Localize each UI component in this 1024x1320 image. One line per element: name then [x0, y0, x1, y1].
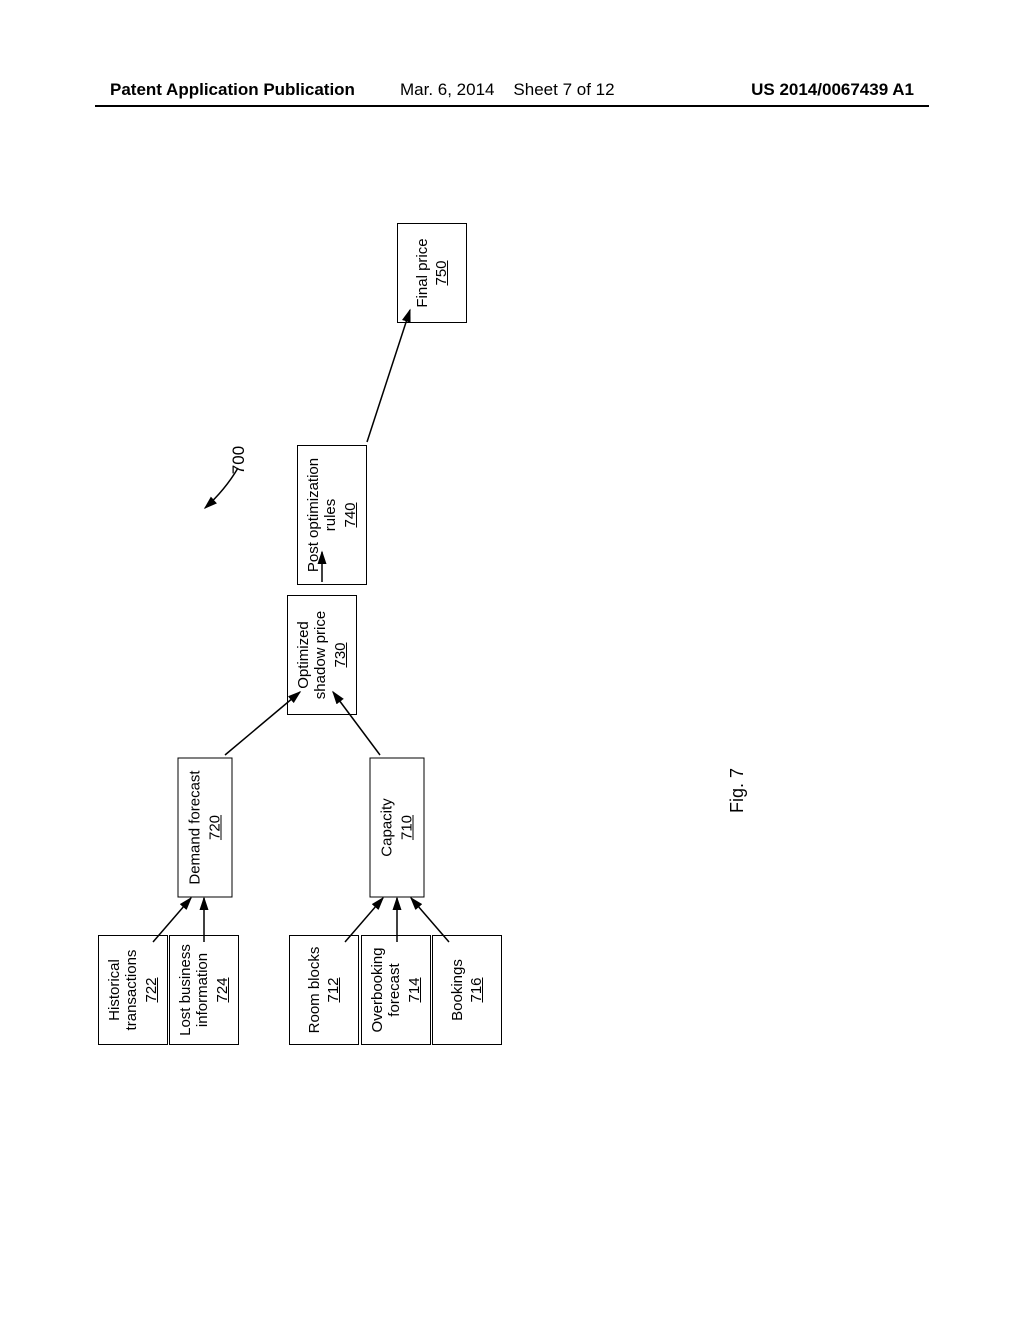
box-ref: 730 — [332, 642, 349, 667]
box-ref: 716 — [468, 977, 485, 1002]
box-ref: 714 — [406, 977, 423, 1002]
box-label: Bookings — [449, 959, 466, 1021]
arrows — [0, 0, 1024, 1320]
box-label: Historical transactions — [106, 936, 141, 1044]
box-ref: 750 — [433, 260, 450, 285]
flow-diagram: 700 Fig. 7 Historical transactions 722 L… — [0, 0, 1024, 1320]
box-historical-transactions: Historical transactions 722 — [98, 935, 168, 1045]
box-label: Lost business information — [177, 936, 212, 1044]
box-ref: 724 — [214, 977, 231, 1002]
box-ref: 712 — [325, 977, 342, 1002]
box-capacity: Capacity 710 — [370, 758, 425, 898]
box-lost-business: Lost business information 724 — [169, 935, 239, 1045]
box-label: Demand forecast — [187, 770, 204, 884]
figure-label: Fig. 7 — [727, 768, 748, 813]
box-label: Optimized shadow price — [295, 596, 330, 714]
box-demand-forecast: Demand forecast 720 — [178, 758, 233, 898]
box-final-price: Final price 750 — [397, 223, 467, 323]
box-ref: 722 — [143, 977, 160, 1002]
box-ref: 740 — [342, 502, 359, 527]
box-optimized-shadow-price: Optimized shadow price 730 — [287, 595, 357, 715]
flow-ref-label: 700 — [229, 446, 249, 474]
box-room-blocks: Room blocks 712 — [289, 935, 359, 1045]
box-overbooking: Overbooking forecast 714 — [361, 935, 431, 1045]
box-label: Room blocks — [306, 947, 323, 1034]
box-bookings: Bookings 716 — [432, 935, 502, 1045]
box-label: Capacity — [379, 798, 396, 856]
box-ref: 720 — [206, 815, 223, 840]
box-label: Overbooking forecast — [369, 936, 404, 1044]
box-label: Final price — [414, 238, 431, 307]
box-post-optimization: Post optimization rules 740 — [297, 445, 367, 585]
box-ref: 710 — [398, 815, 415, 840]
box-label: Post optimization rules — [305, 446, 340, 584]
